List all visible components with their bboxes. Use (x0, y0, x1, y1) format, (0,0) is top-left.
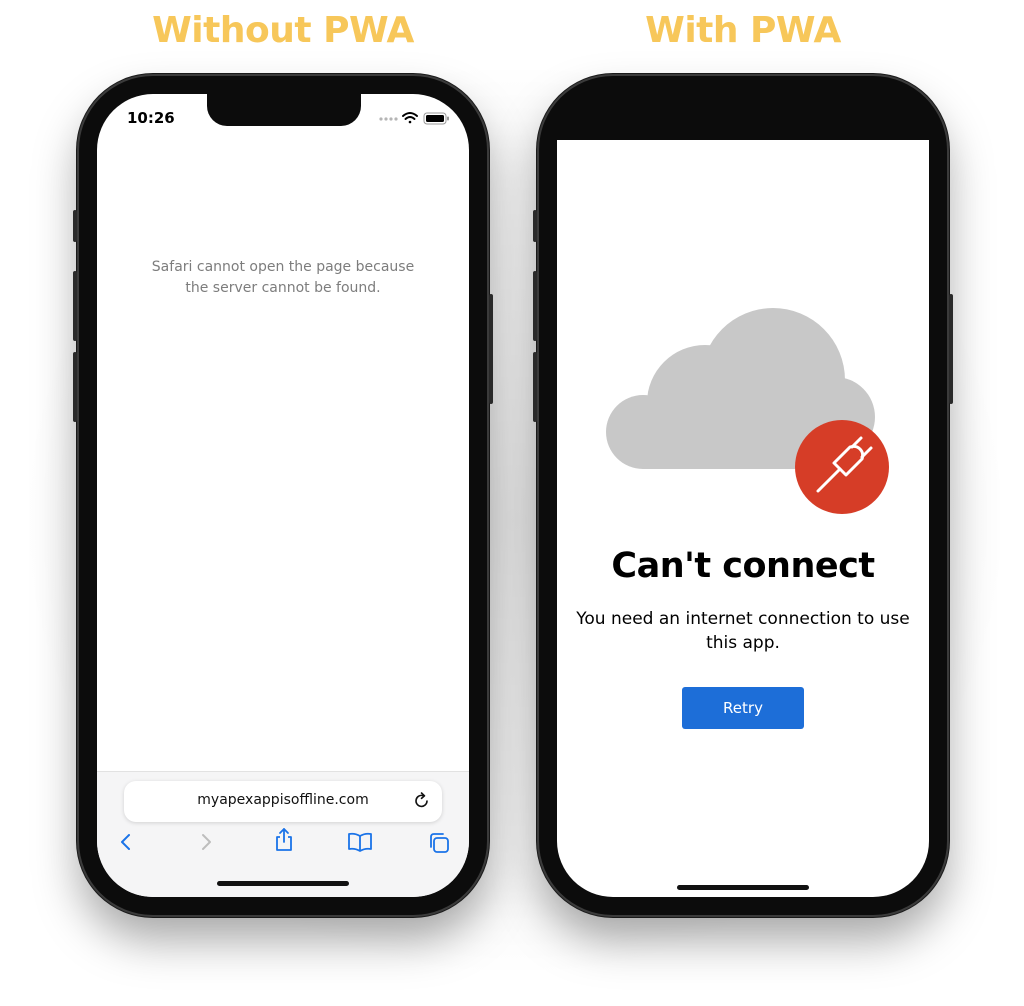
address-text[interactable]: myapexappisoffline.com (124, 792, 442, 808)
phone-without-pwa: 10:26 Safari cannot open the page becaus… (73, 76, 493, 915)
home-indicator[interactable] (217, 881, 349, 886)
back-icon[interactable] (115, 831, 137, 853)
side-button (489, 294, 493, 404)
volume-up-button (73, 271, 77, 341)
bookmarks-icon[interactable] (347, 831, 373, 853)
mute-switch (73, 210, 77, 242)
heading-without-pwa: Without PWA (152, 10, 414, 51)
notch (207, 94, 361, 126)
safari-error-message: Safari cannot open the page because the … (137, 257, 429, 299)
home-indicator[interactable] (677, 885, 809, 890)
pwa-offline-screen: Can't connect You need an internet conne… (557, 140, 929, 897)
volume-up-button (533, 271, 537, 341)
unplugged-icon (795, 420, 889, 514)
tabs-icon[interactable] (427, 831, 451, 855)
volume-down-button (73, 352, 77, 422)
address-bar[interactable]: myapexappisoffline.com (124, 781, 442, 822)
safari-toolbar: myapexappisoffline.com (97, 771, 469, 897)
status-icons (379, 110, 451, 129)
error-line-1: Safari cannot open the page because (151, 259, 415, 275)
status-time: 10:26 (127, 109, 175, 127)
signal-dots-icon (379, 117, 398, 121)
offline-message: You need an internet connection to use t… (575, 607, 911, 655)
reload-icon[interactable] (412, 791, 432, 811)
phone-with-pwa: Can't connect You need an internet conne… (533, 76, 953, 915)
retry-button[interactable]: Retry (682, 687, 804, 729)
message-line-2: this app. (706, 633, 780, 653)
forward-icon[interactable] (195, 831, 217, 853)
mute-switch (533, 210, 537, 242)
safari-screen: 10:26 Safari cannot open the page becaus… (97, 94, 469, 897)
share-icon[interactable] (272, 827, 296, 853)
volume-down-button (533, 352, 537, 422)
cant-connect-title: Can't connect (611, 546, 875, 586)
battery-icon (423, 112, 449, 125)
heading-with-pwa: With PWA (645, 10, 841, 51)
side-button (949, 294, 953, 404)
wifi-icon (402, 112, 418, 124)
message-line-1: You need an internet connection to use (576, 609, 910, 629)
error-line-2: the server cannot be found. (185, 280, 381, 296)
